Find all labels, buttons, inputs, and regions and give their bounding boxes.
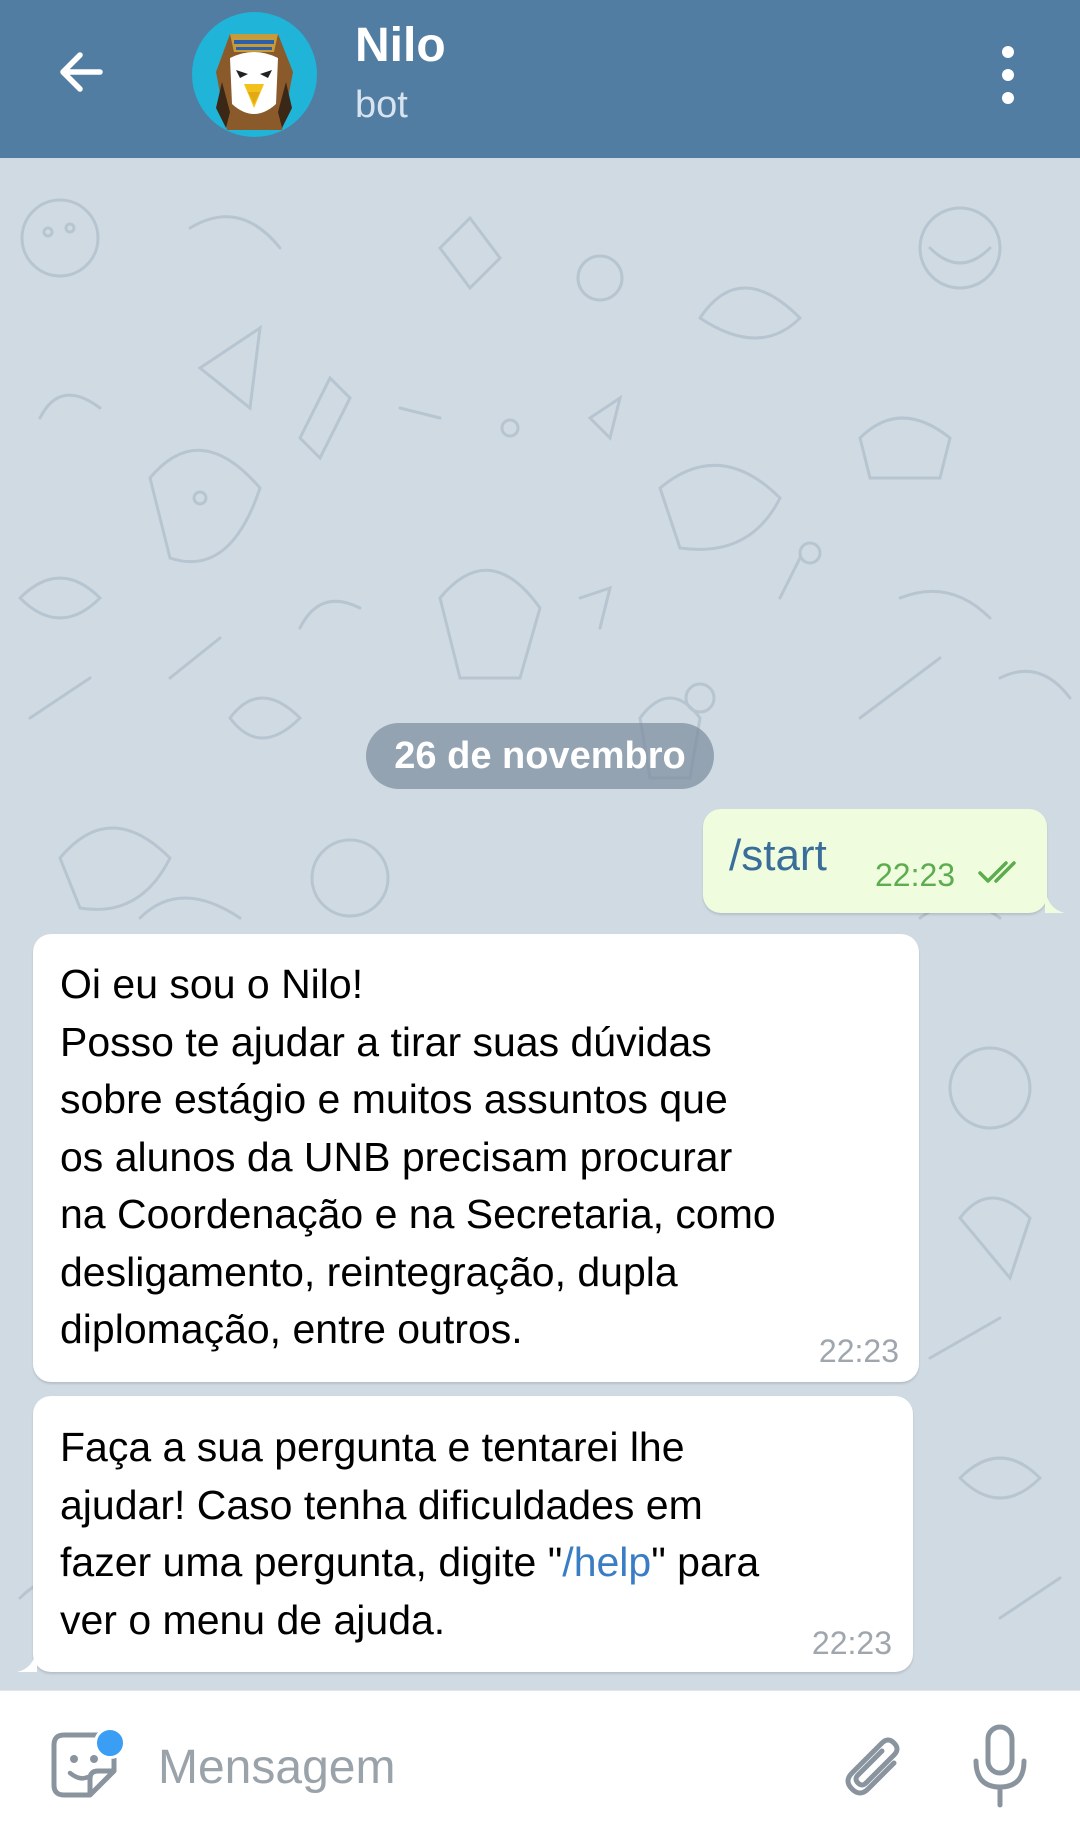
message-line: sobre estágio e muitos assuntos que — [60, 1076, 728, 1122]
bubble-tail — [17, 1646, 37, 1672]
avatar[interactable] — [192, 12, 317, 137]
notification-dot — [94, 1727, 126, 1759]
attach-button[interactable] — [830, 1725, 910, 1805]
message-line: desligamento, reintegração, dupla — [60, 1248, 678, 1295]
chat-subtitle: bot — [355, 84, 408, 126]
paperclip-icon — [845, 1737, 900, 1796]
message-line: fazer uma pergunta, digite "/help" para — [60, 1534, 759, 1592]
message-time: 22:23 — [875, 857, 956, 893]
message-line: ver o menu de ajuda. — [60, 1596, 446, 1643]
message-text: Faça a sua pergunta e tentarei lhe ajuda… — [60, 1419, 759, 1649]
bubble-tail — [1045, 887, 1065, 913]
back-button[interactable] — [52, 42, 112, 102]
message-line: Oi eu sou o Nilo! — [60, 961, 364, 1007]
microphone-icon — [973, 1724, 1027, 1808]
message-line: Faça a sua pergunta e tentarei lhe — [60, 1424, 685, 1470]
more-vertical-icon — [1002, 46, 1014, 104]
message-input[interactable] — [158, 1737, 798, 1797]
double-check-icon — [978, 861, 1016, 883]
arrow-left-icon — [60, 52, 103, 92]
message-line: na Coordenação e na Secretaria, como — [60, 1191, 776, 1237]
message-composer — [0, 1690, 1080, 1839]
incoming-message[interactable]: Oi eu sou o Nilo! Posso te ajudar a tira… — [33, 934, 919, 1382]
message-line: diplomação, entre outros. — [60, 1306, 523, 1352]
microphone-button[interactable] — [968, 1721, 1032, 1811]
message-text-part: fazer uma pergunta, digite " — [60, 1539, 563, 1585]
help-command-link[interactable]: /help — [562, 1539, 651, 1585]
message-line: os alunos da UNB precisam procurar — [60, 1133, 733, 1180]
chat-header: Nilo bot — [0, 0, 1080, 158]
message-time: 22:23 — [811, 1625, 892, 1661]
date-separator: 26 de novembro — [366, 723, 714, 789]
chat-title[interactable]: Nilo — [355, 18, 446, 73]
message-line: ajudar! Caso tenha dificuldades em — [60, 1481, 703, 1528]
message-text-part: " para — [651, 1539, 760, 1585]
pharaoh-eagle-avatar-icon — [216, 34, 293, 130]
message-time: 22:23 — [818, 1333, 899, 1369]
more-options-button[interactable] — [990, 44, 1026, 106]
chat-area[interactable]: 26 de novembro /start 22:23 Oi eu sou o … — [0, 158, 1080, 1690]
message-text: Oi eu sou o Nilo! Posso te ajudar a tira… — [60, 956, 776, 1359]
message-line: Posso te ajudar a tirar suas dúvidas — [60, 1018, 712, 1065]
incoming-message[interactable]: Faça a sua pergunta e tentarei lhe ajuda… — [17, 1396, 913, 1672]
message-text: /start — [729, 831, 827, 880]
outgoing-message[interactable]: /start 22:23 — [703, 809, 1065, 913]
